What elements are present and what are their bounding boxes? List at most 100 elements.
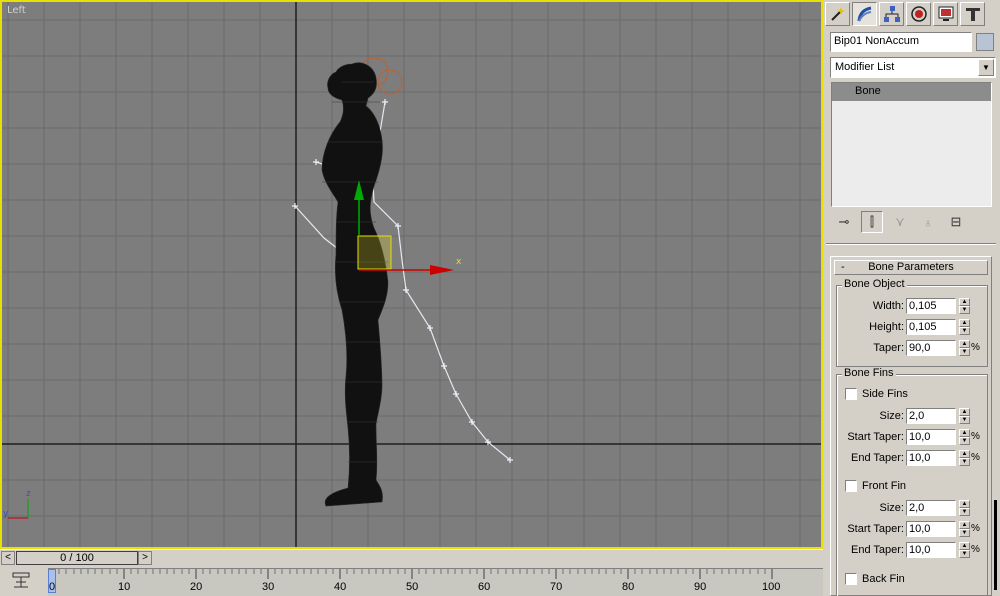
taper-field[interactable]: 90,0 [906,340,956,356]
back-fin-label: Back Fin [862,573,905,585]
side-start-taper-row: Start Taper: 10,0 ▲ ▼ % [837,429,987,446]
viewport-label[interactable]: Left [7,5,26,16]
create-icon [830,7,845,21]
height-row: Height: 0,105 ▲ ▼ [837,319,987,336]
viewport-canvas[interactable]: x z y [2,2,821,547]
width-spinner[interactable]: ▲ ▼ [959,298,970,314]
side-start-taper-field[interactable]: 10,0 [906,429,956,445]
configure-modifier-sets-icon[interactable]: ⊟ [945,211,967,233]
time-slider-next-button[interactable]: > [138,551,152,565]
bone-fins-group: Bone Fins Side Fins Size: 2,0 ▲ ▼ Start T… [836,367,988,596]
width-row: Width: 0,105 ▲ ▼ [837,298,987,315]
taper-row: Taper: 90,0 ▲ ▼ % [837,340,987,357]
hierarchy-tab[interactable] [879,2,904,26]
back-fin-checkbox[interactable]: Back Fin [845,572,995,588]
front-end-taper-row: End Taper: 10,0 ▲ ▼ % [837,542,987,559]
side-end-taper-label: End Taper: [850,452,904,464]
create-tab[interactable] [825,2,850,26]
modifier-stack[interactable]: Bone [831,82,992,207]
modify-icon [857,6,871,22]
tick-label: 70 [550,581,563,593]
front-size-field[interactable]: 2,0 [906,500,956,516]
show-end-result-icon[interactable]: ⫿ [861,211,883,233]
remove-modifier-icon[interactable]: ♁ [917,211,939,233]
front-end-taper-spinner[interactable]: ▲ ▼ [959,542,970,558]
front-end-taper-label: End Taper: [850,544,904,556]
front-size-row: Size: 2,0 ▲ ▼ [837,500,987,517]
time-slider-prev-button[interactable]: < [1,551,15,565]
width-field[interactable]: 0,105 [906,298,956,314]
checkbox-box[interactable] [845,388,857,400]
svg-text:z: z [26,489,31,499]
pin-stack-icon[interactable]: ⊸ [833,211,855,233]
rollout-header[interactable]: - Bone Parameters [834,260,988,275]
tick-label: 10 [118,581,131,593]
percent-label: % [971,523,980,534]
panel-scrollbar[interactable] [994,500,997,590]
front-start-taper-row: Start Taper: 10,0 ▲ ▼ % [837,521,987,538]
rollout-title: Bone Parameters [868,261,954,273]
side-end-taper-row: End Taper: 10,0 ▲ ▼ % [837,450,987,467]
frame-ruler[interactable]: 0 10 20 30 40 50 60 70 80 90 100 [48,568,823,596]
side-start-taper-label: Start Taper: [847,431,904,443]
modifier-list-label: Modifier List [835,61,895,73]
side-size-spinner[interactable]: ▲ ▼ [959,408,970,424]
taper-spinner[interactable]: ▲ ▼ [959,340,970,356]
hierarchy-icon [883,6,900,22]
utilities-tab[interactable] [960,2,985,26]
time-slider-thumb[interactable]: 0 / 100 [16,551,138,565]
side-fins-checkbox[interactable]: Side Fins [845,387,995,403]
percent-label: % [971,452,980,463]
bone-parameters-rollout: - Bone Parameters Bone Object Width: 0,1… [830,256,992,596]
height-field[interactable]: 0,105 [906,319,956,335]
group-title: Bone Fins [842,367,896,379]
tick-label: 30 [262,581,275,593]
ruler-ticks [51,569,773,579]
motion-tab[interactable] [906,2,931,26]
object-color-swatch[interactable] [976,33,994,51]
stack-item-bone[interactable]: Bone [832,83,991,101]
side-end-taper-field[interactable]: 10,0 [906,450,956,466]
side-end-taper-spinner[interactable]: ▲ ▼ [959,450,970,466]
stack-toolbar: ⊸ ⫿ ⋎ ♁ ⊟ [833,211,993,233]
side-start-taper-spinner[interactable]: ▲ ▼ [959,429,970,445]
selection-box[interactable] [357,235,392,270]
side-size-row: Size: 2,0 ▲ ▼ [837,408,987,425]
make-unique-icon[interactable]: ⋎ [889,211,911,233]
group-title: Bone Object [842,278,907,290]
tick-label: 0 [49,581,56,593]
front-end-taper-field[interactable]: 10,0 [906,542,956,558]
tick-label: 60 [478,581,491,593]
checkbox-box[interactable] [845,480,857,492]
percent-label: % [971,431,980,442]
trackbar[interactable]: 0 10 20 30 40 50 60 70 80 90 100 [0,566,823,596]
command-panel-tabs [825,2,995,28]
modify-tab[interactable] [852,2,877,26]
front-start-taper-label: Start Taper: [847,523,904,535]
left-viewport[interactable]: x z y Left [0,0,823,549]
tick-label: 80 [622,581,635,593]
collapse-icon: - [841,261,845,273]
height-label: Height: [869,321,904,333]
tick-label: 20 [190,581,203,593]
modifier-list-dropdown[interactable]: Modifier List ▼ [830,57,996,78]
object-name-field[interactable]: Bip01 NonAccum [830,32,972,52]
side-fins-label: Side Fins [862,388,908,400]
front-fin-checkbox[interactable]: Front Fin [845,479,995,495]
gizmo-x-label: x [456,257,462,267]
width-label: Width: [872,300,904,312]
bone-object-group: Bone Object Width: 0,105 ▲ ▼ Height: 0,10… [836,278,988,367]
front-start-taper-field[interactable]: 10,0 [906,521,956,537]
dropdown-arrow-icon[interactable]: ▼ [978,59,994,76]
front-size-label: Size: [879,502,904,514]
side-size-field[interactable]: 2,0 [906,408,956,424]
height-spinner[interactable]: ▲ ▼ [959,319,970,335]
tick-label: 90 [694,581,707,593]
time-slider[interactable]: < 0 / 100 > [0,549,823,566]
front-start-taper-spinner[interactable]: ▲ ▼ [959,521,970,537]
display-icon [938,6,953,21]
curve-editor-icon[interactable] [11,570,31,590]
checkbox-box[interactable] [845,573,857,585]
display-tab[interactable] [933,2,958,26]
front-size-spinner[interactable]: ▲ ▼ [959,500,970,516]
